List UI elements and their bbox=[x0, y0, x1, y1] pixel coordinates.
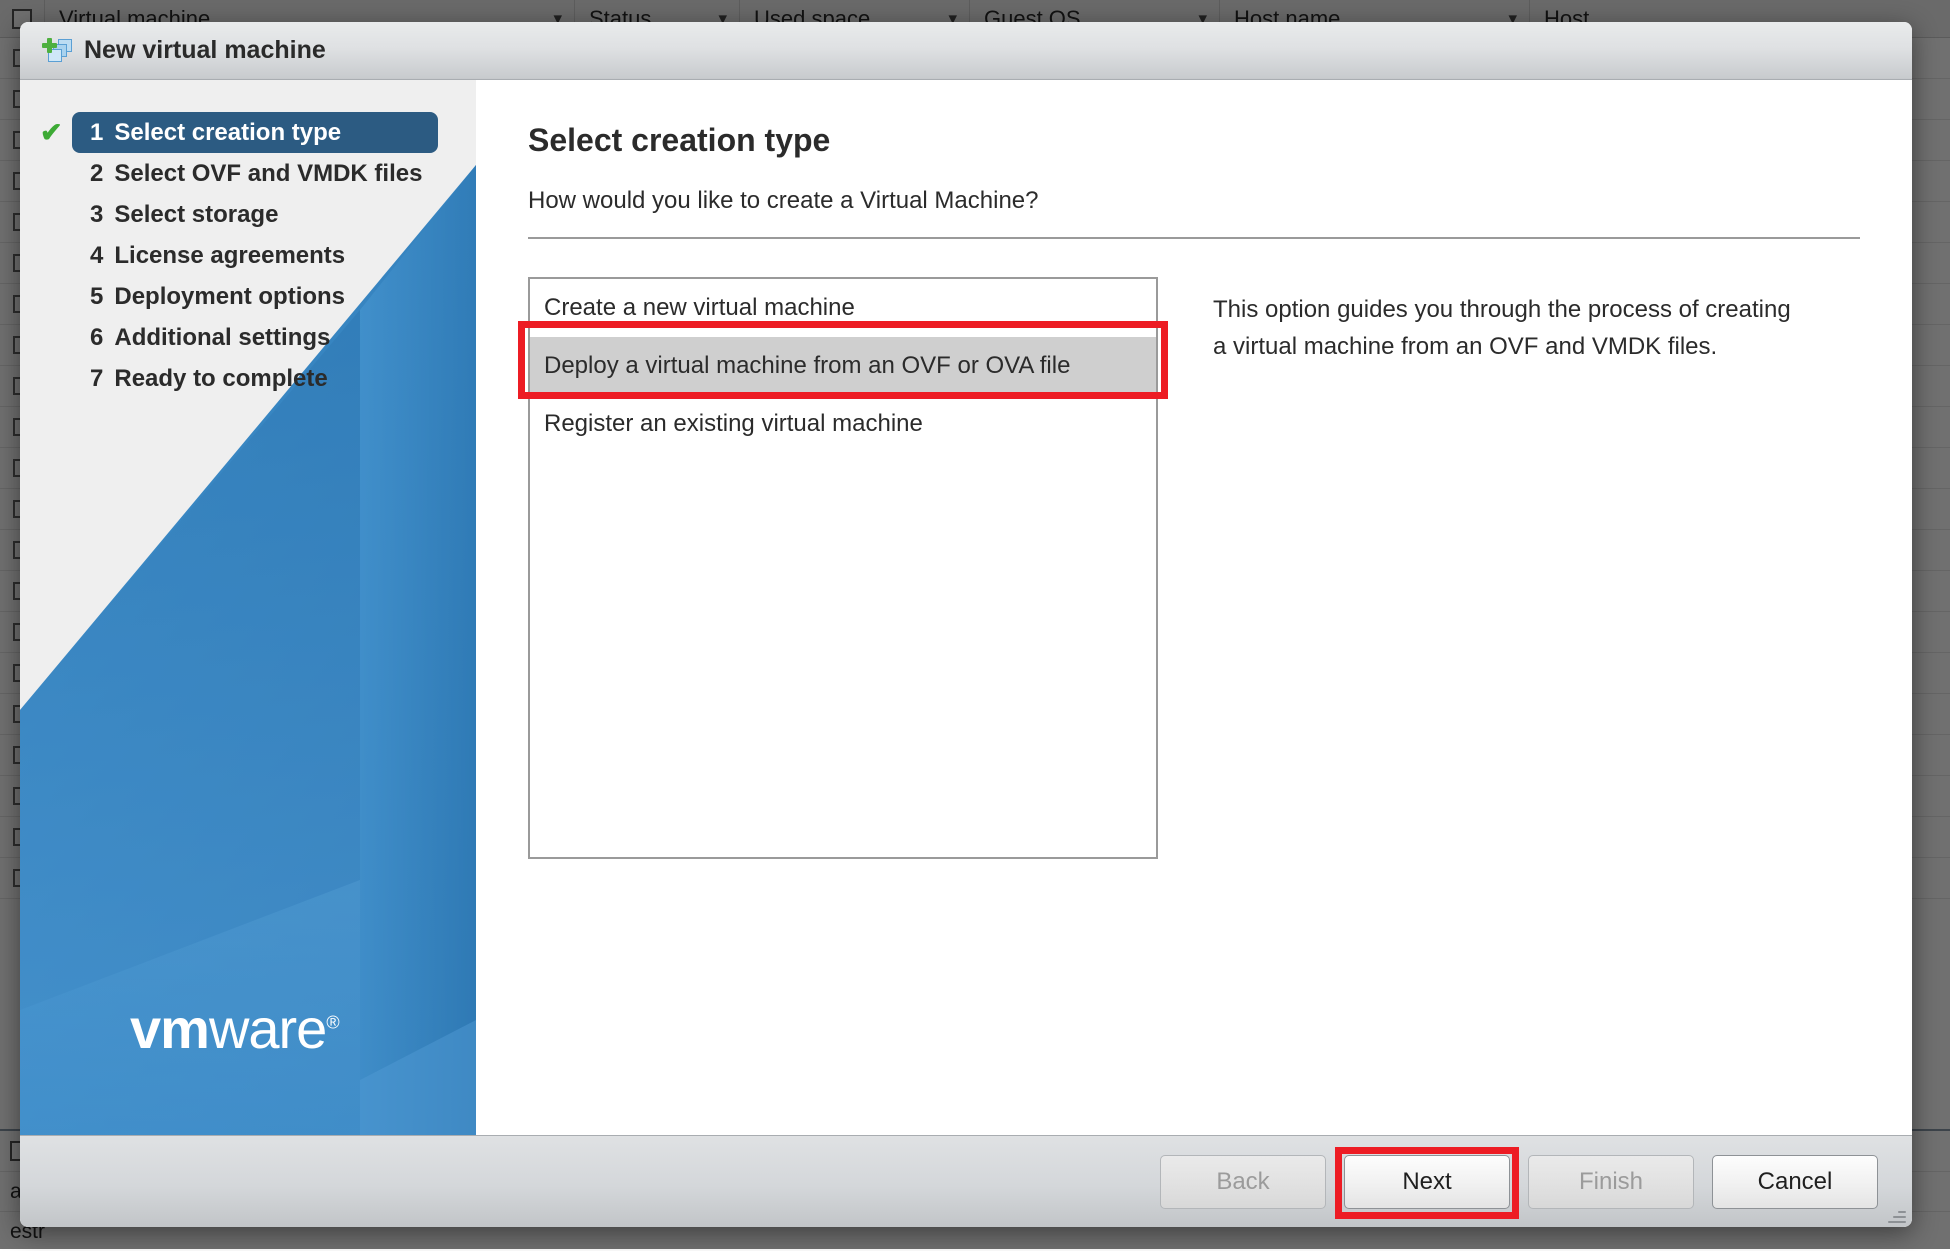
registered-mark: ® bbox=[326, 1012, 338, 1032]
step-pill: 3 Select storage bbox=[72, 194, 296, 235]
check-icon: ✔ bbox=[40, 119, 63, 146]
creation-type-chooser: Create a new virtual machine Deploy a vi… bbox=[528, 277, 1860, 859]
step-number: 5 bbox=[90, 283, 103, 311]
wizard-step-additional-settings[interactable]: 6 Additional settings bbox=[20, 317, 476, 358]
step-pill: 5 Deployment options bbox=[72, 276, 363, 317]
creation-type-listbox[interactable]: Create a new virtual machine Deploy a vi… bbox=[528, 277, 1158, 859]
step-label: Additional settings bbox=[114, 324, 330, 352]
list-item-label: Deploy a virtual machine from an OVF or … bbox=[544, 352, 1070, 380]
resize-grip-icon[interactable] bbox=[1888, 1205, 1906, 1223]
list-item-label: Create a new virtual machine bbox=[544, 294, 855, 322]
step-label: Select creation type bbox=[114, 119, 341, 147]
step-pill: 7 Ready to complete bbox=[72, 358, 346, 399]
step-number: 4 bbox=[90, 242, 103, 270]
page-title: Select creation type bbox=[528, 122, 1860, 159]
step-label: Select OVF and VMDK files bbox=[114, 160, 422, 188]
step-label: Ready to complete bbox=[114, 365, 327, 393]
wizard-step-deployment-options[interactable]: 5 Deployment options bbox=[20, 276, 476, 317]
next-button[interactable]: Next bbox=[1344, 1155, 1510, 1209]
back-button[interactable]: Back bbox=[1160, 1155, 1326, 1209]
page-subtitle: How would you like to create a Virtual M… bbox=[528, 187, 1860, 239]
wizard-step-ready-to-complete[interactable]: 7 Ready to complete bbox=[20, 358, 476, 399]
step-pill: 6 Additional settings bbox=[72, 317, 348, 358]
dialog-body: ✔ 1 Select creation type 2 Select OVF an… bbox=[20, 80, 1912, 1135]
new-vm-icon bbox=[42, 38, 72, 64]
vmware-logo: vmware® bbox=[130, 1001, 339, 1057]
creation-type-listbox-wrapper: Create a new virtual machine Deploy a vi… bbox=[528, 277, 1158, 859]
option-description: This option guides you through the proce… bbox=[1158, 277, 1798, 365]
vmware-logo-vm: vm bbox=[130, 997, 209, 1060]
step-label: License agreements bbox=[114, 242, 345, 270]
dialog-footer: Back Next Finish Cancel bbox=[20, 1135, 1912, 1227]
wizard-step-select-ovf-and-vmdk-files[interactable]: 2 Select OVF and VMDK files bbox=[20, 153, 476, 194]
list-item-create-new-vm[interactable]: Create a new virtual machine bbox=[530, 279, 1156, 337]
step-pill: 1 Select creation type bbox=[72, 112, 438, 153]
dialog-titlebar[interactable]: New virtual machine bbox=[20, 22, 1912, 80]
wizard-step-list: ✔ 1 Select creation type 2 Select OVF an… bbox=[20, 80, 476, 399]
finish-button[interactable]: Finish bbox=[1528, 1155, 1694, 1209]
step-number: 3 bbox=[90, 201, 103, 229]
dialog-title: New virtual machine bbox=[84, 36, 326, 65]
step-pill: 2 Select OVF and VMDK files bbox=[72, 153, 440, 194]
new-virtual-machine-dialog: New virtual machine bbox=[20, 22, 1912, 1227]
step-number: 7 bbox=[90, 365, 103, 393]
list-item-register-existing-vm[interactable]: Register an existing virtual machine bbox=[530, 395, 1156, 453]
step-label: Deployment options bbox=[114, 283, 345, 311]
list-item-deploy-from-ovf-ova[interactable]: Deploy a virtual machine from an OVF or … bbox=[530, 337, 1156, 395]
cancel-button[interactable]: Cancel bbox=[1712, 1155, 1878, 1209]
step-number: 2 bbox=[90, 160, 103, 188]
wizard-step-select-creation-type[interactable]: ✔ 1 Select creation type bbox=[20, 112, 476, 153]
vmware-logo-ware: ware bbox=[209, 997, 326, 1060]
step-label: Select storage bbox=[114, 201, 278, 229]
wizard-steps-pane: ✔ 1 Select creation type 2 Select OVF an… bbox=[20, 80, 476, 1135]
wizard-step-select-storage[interactable]: 3 Select storage bbox=[20, 194, 476, 235]
wizard-content-pane: Select creation type How would you like … bbox=[476, 80, 1912, 1135]
list-item-label: Register an existing virtual machine bbox=[544, 410, 923, 438]
step-number: 6 bbox=[90, 324, 103, 352]
step-pill: 4 License agreements bbox=[72, 235, 363, 276]
wizard-step-license-agreements[interactable]: 4 License agreements bbox=[20, 235, 476, 276]
step-number: 1 bbox=[90, 119, 103, 147]
